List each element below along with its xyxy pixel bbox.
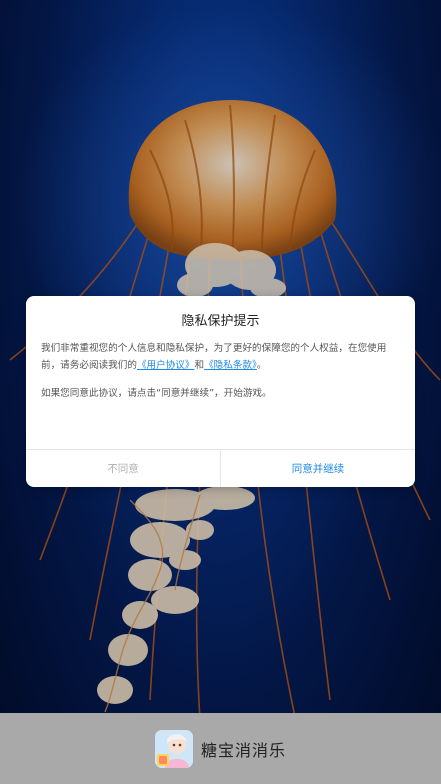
app-icon <box>154 729 193 768</box>
dialog-footer: 不同意 同意并继续 <box>26 449 415 487</box>
dialog-body: 我们非常重视您的个人信息和隐私保护，为了更好的保障您的个人权益，在您使用前，请务… <box>41 340 401 413</box>
privacy-policy-link[interactable]: 《隐私条款》 <box>204 360 257 371</box>
dialog-title: 隐私保护提示 <box>181 314 260 329</box>
app-banner: 糖宝消消乐 <box>0 713 441 784</box>
user-agreement-link[interactable]: 《用户协议》 <box>137 360 195 371</box>
privacy-paragraph-1: 我们非常重视您的个人信息和隐私保护，为了更好的保障您的个人权益，在您使用前，请务… <box>41 340 401 374</box>
agree-and-continue-button[interactable]: 同意并继续 <box>221 450 415 487</box>
paragraph-1-suffix: 。 <box>256 360 267 371</box>
app-icon-graphic <box>154 729 193 768</box>
splash-screen: 隐私保护提示 我们非常重视您的个人信息和隐私保护，为了更好的保障您的个人权益，在… <box>0 0 441 784</box>
privacy-dialog: 隐私保护提示 我们非常重视您的个人信息和隐私保护，为了更好的保障您的个人权益，在… <box>26 296 415 487</box>
privacy-paragraph-2: 如果您同意此协议，请点击“同意并继续”，开始游戏。 <box>41 388 272 399</box>
disagree-button[interactable]: 不同意 <box>26 450 221 487</box>
app-name: 糖宝消消乐 <box>200 740 286 760</box>
and-text: 和 <box>194 360 205 371</box>
